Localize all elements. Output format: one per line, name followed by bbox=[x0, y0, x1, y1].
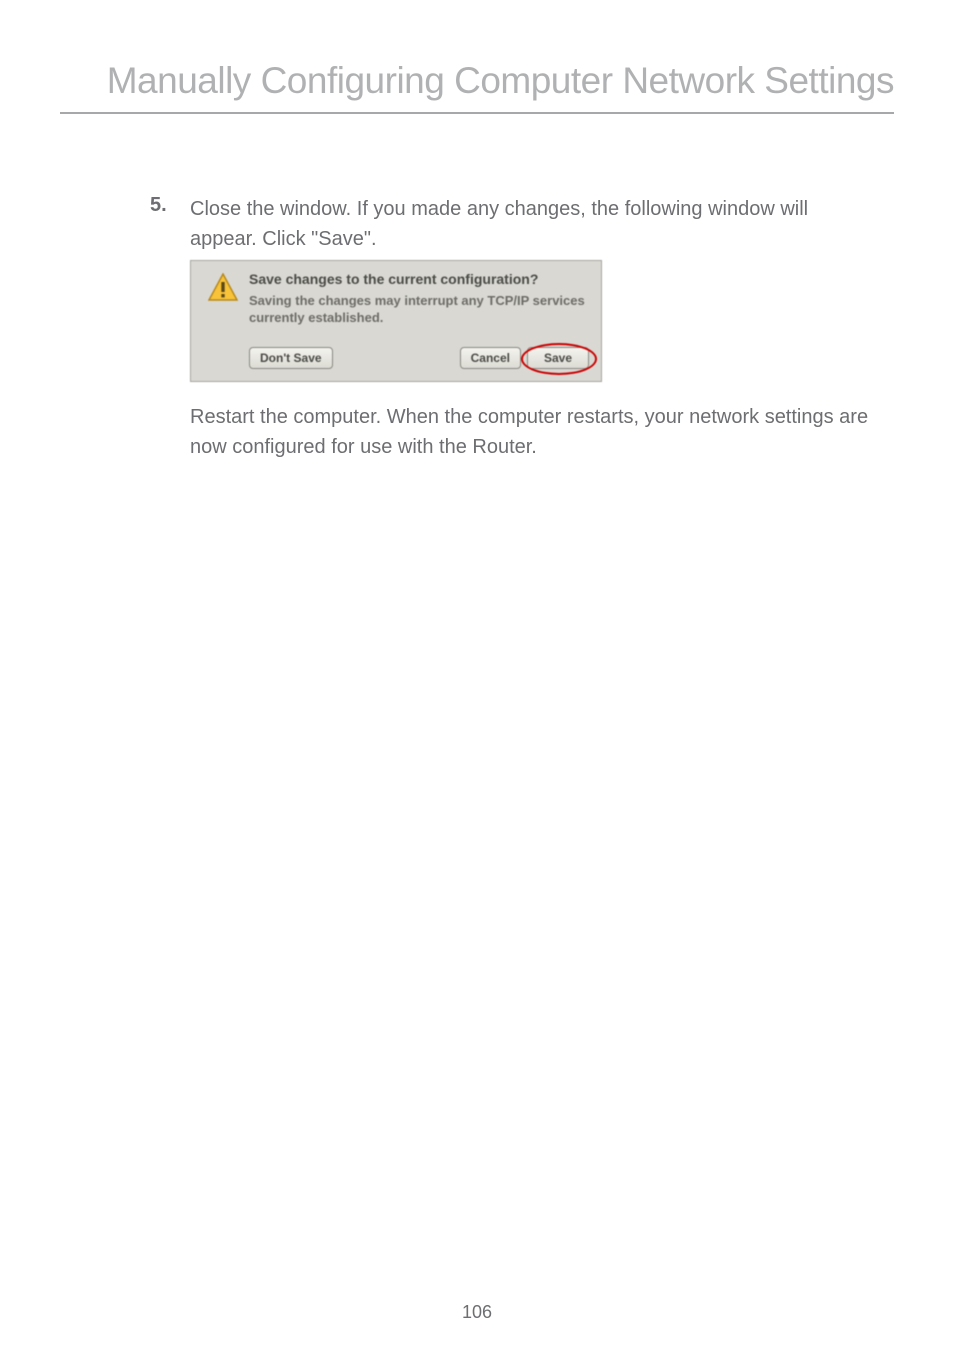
dialog-title: Save changes to the current configuratio… bbox=[249, 271, 589, 287]
instruction-step: 5. Close the window. If you made any cha… bbox=[150, 194, 874, 254]
page-title: Manually Configuring Computer Network Se… bbox=[60, 60, 894, 114]
document-page: Manually Configuring Computer Network Se… bbox=[0, 0, 954, 1363]
save-button[interactable]: Save bbox=[527, 347, 589, 369]
dialog-button-row: Don't Save Cancel Save bbox=[191, 331, 601, 381]
save-changes-dialog: Save changes to the current configuratio… bbox=[190, 260, 602, 382]
save-button-wrap: Save bbox=[527, 347, 589, 369]
warning-icon bbox=[203, 271, 243, 327]
dialog-body: Save changes to the current configuratio… bbox=[191, 261, 601, 331]
dialog-message: Saving the changes may interrupt any TCP… bbox=[249, 293, 589, 327]
step-number: 5. bbox=[150, 194, 190, 217]
follow-up-text: Restart the computer. When the computer … bbox=[190, 402, 874, 462]
dialog-text-area: Save changes to the current configuratio… bbox=[243, 271, 589, 327]
dialog-screenshot: Save changes to the current configuratio… bbox=[190, 260, 894, 382]
step-text: Close the window. If you made any change… bbox=[190, 194, 874, 254]
cancel-button[interactable]: Cancel bbox=[460, 347, 521, 369]
dont-save-button[interactable]: Don't Save bbox=[249, 347, 333, 369]
page-number: 106 bbox=[0, 1302, 954, 1323]
